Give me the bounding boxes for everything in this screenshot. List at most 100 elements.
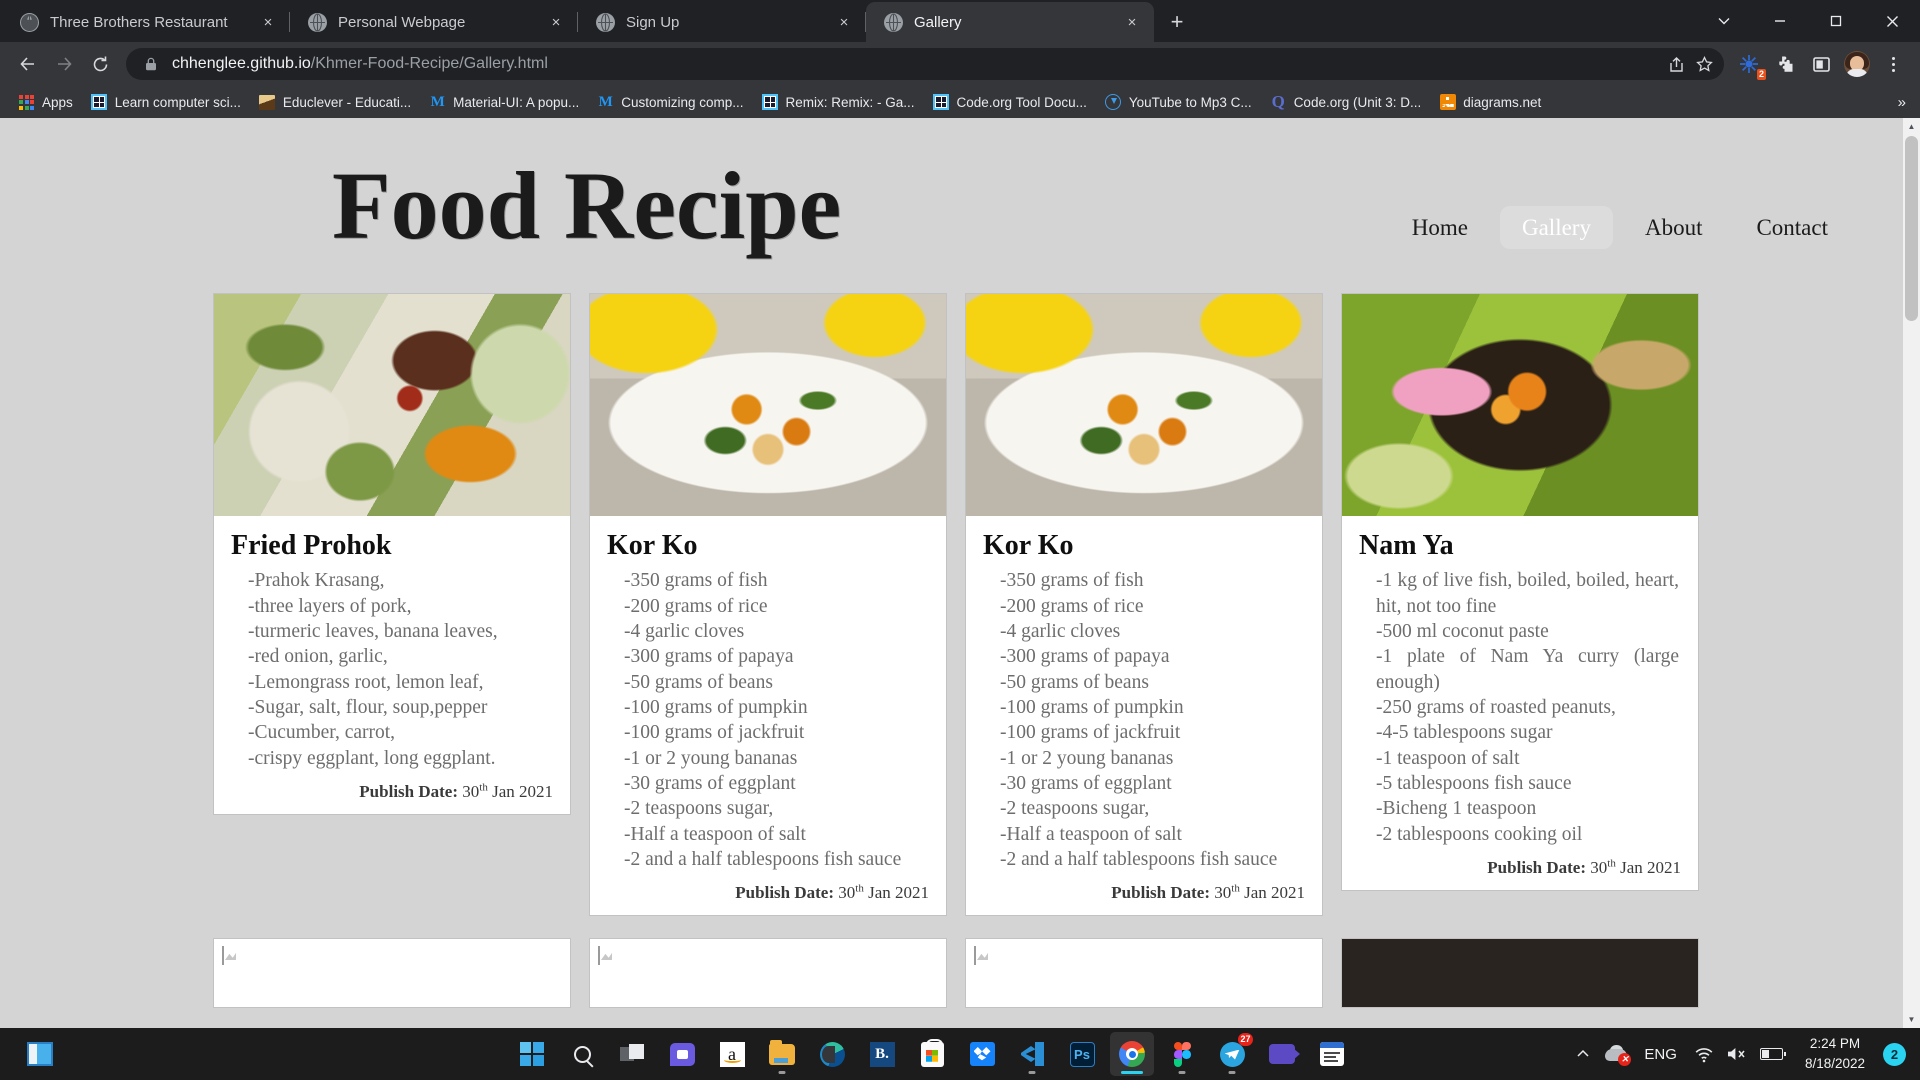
- tray-language-indicator[interactable]: ENG: [1636, 1046, 1685, 1063]
- sidebar-toggle-icon[interactable]: [1804, 47, 1838, 81]
- bookmark-star-icon[interactable]: [1690, 50, 1718, 78]
- ingredient-item: -crispy eggplant, long eggplant.: [248, 747, 496, 769]
- recipe-title: Fried Prohok: [231, 530, 392, 562]
- tab-close-button[interactable]: ×: [1120, 10, 1144, 34]
- notification-badge[interactable]: 2: [1883, 1042, 1906, 1066]
- taskbar-google-chrome[interactable]: [1110, 1032, 1154, 1076]
- nav-item-about[interactable]: About: [1623, 206, 1725, 249]
- chrome-menu-button[interactable]: [1876, 47, 1910, 81]
- maximize-button[interactable]: [1808, 0, 1864, 42]
- bookmark-apps[interactable]: Apps: [10, 89, 81, 115]
- globe-favicon-icon: [308, 12, 327, 32]
- recipe-card[interactable]: Kor Ko -350 grams of fish -200 grams of …: [589, 293, 947, 916]
- taskbar-file-explorer[interactable]: [760, 1032, 804, 1076]
- bookmark-code-org-tool-docs[interactable]: Code.org Tool Docu...: [925, 89, 1095, 115]
- recipe-card-partial[interactable]: [213, 937, 571, 1008]
- taskbar-task-view-button[interactable]: [610, 1032, 654, 1076]
- recipe-photo-kor-ko: [590, 294, 946, 517]
- extension-grammarly-icon[interactable]: 2: [1732, 47, 1766, 81]
- minimize-button[interactable]: [1752, 0, 1808, 42]
- minimize-to-tray-chevron-icon[interactable]: [1696, 0, 1752, 42]
- profile-avatar[interactable]: [1840, 47, 1874, 81]
- back-button[interactable]: [10, 46, 46, 82]
- tray-battery-icon[interactable]: [1757, 1033, 1787, 1075]
- taskbar-telegram[interactable]: 27: [1210, 1032, 1254, 1076]
- share-icon[interactable]: [1662, 50, 1690, 78]
- tray-volume-muted-icon[interactable]: [1723, 1033, 1753, 1075]
- tray-onedrive-error-icon[interactable]: ✕: [1602, 1033, 1632, 1075]
- taskbar-icons: a B. Ps 27: [510, 1032, 1354, 1076]
- browser-toolbar: chhenglee.github.io/Khmer-Food-Recipe/Ga…: [0, 42, 1920, 86]
- nav-item-gallery[interactable]: Gallery: [1499, 206, 1613, 249]
- ingredient-item: -350 grams of fish: [624, 570, 768, 592]
- publish-date: Publish Date: 30th Jan 2021: [1487, 857, 1681, 877]
- browser-tab-2[interactable]: Personal Webpage ×: [290, 2, 578, 42]
- recipe-card[interactable]: Nam Ya -1 kg of live fish, boiled, boile…: [1341, 293, 1699, 891]
- nav-item-home[interactable]: Home: [1390, 206, 1490, 249]
- toolbar-icons: 2: [1732, 47, 1910, 81]
- tab-close-button[interactable]: ×: [544, 10, 568, 34]
- recipe-card-partial[interactable]: [965, 937, 1323, 1008]
- reload-button[interactable]: [82, 46, 118, 82]
- taskbar-search-button[interactable]: [560, 1032, 604, 1076]
- publish-date-row: Publish Date: 30th Jan 2021: [1342, 847, 1698, 890]
- taskbar-calendar[interactable]: [1310, 1032, 1354, 1076]
- taskbar-microsoft-store[interactable]: [910, 1032, 954, 1076]
- tab-close-button[interactable]: ×: [256, 10, 280, 34]
- recipe-card-partial[interactable]: [589, 937, 947, 1008]
- main-navigation: Home Gallery About Contact: [1390, 148, 1858, 249]
- bookmark-youtube-to-mp3[interactable]: YouTube to Mp3 C...: [1097, 89, 1260, 115]
- taskbar-widgets-button[interactable]: [18, 1032, 62, 1076]
- tab-close-button[interactable]: ×: [832, 10, 856, 34]
- taskbar-photoshop[interactable]: Ps: [1060, 1032, 1104, 1076]
- address-bar[interactable]: chhenglee.github.io/Khmer-Food-Recipe/Ga…: [126, 48, 1724, 80]
- bookmark-learn-computer-sci[interactable]: Learn computer sci...: [83, 89, 249, 115]
- bookmarks-bar: Apps Learn computer sci... Educlever - E…: [0, 86, 1920, 118]
- ingredient-item: -Prahok Krasang,: [248, 570, 385, 592]
- bookmark-educlever[interactable]: Educlever - Educati...: [251, 89, 419, 115]
- scrollbar-up-arrow[interactable]: ▲: [1903, 118, 1920, 135]
- recipe-card-partial[interactable]: [1341, 937, 1699, 1008]
- bookmark-code-org-unit3[interactable]: Q Code.org (Unit 3: D...: [1262, 89, 1430, 115]
- publish-suffix: th: [1231, 882, 1240, 895]
- taskbar-microsoft-edge[interactable]: [810, 1032, 854, 1076]
- bookmark-label: Material-UI: A popu...: [453, 94, 580, 110]
- bookmark-material-ui[interactable]: M Material-UI: A popu...: [421, 89, 587, 115]
- scrollbar-thumb[interactable]: [1905, 136, 1918, 321]
- bookmark-remix[interactable]: Remix: Remix: - Ga...: [754, 89, 923, 115]
- taskbar-start-button[interactable]: [510, 1032, 554, 1076]
- tray-overflow-button[interactable]: [1568, 1033, 1598, 1075]
- extensions-puzzle-icon[interactable]: [1768, 47, 1802, 81]
- taskbar-microsoft-teams[interactable]: [660, 1032, 704, 1076]
- scrollbar-down-arrow[interactable]: ▼: [1903, 1011, 1920, 1028]
- taskbar-video-call[interactable]: [1260, 1032, 1304, 1076]
- nav-item-contact[interactable]: Contact: [1734, 206, 1850, 249]
- close-window-button[interactable]: [1864, 0, 1920, 42]
- publish-label: Publish Date:: [359, 781, 459, 801]
- bookmark-diagrams-net[interactable]: diagrams.net: [1431, 89, 1549, 115]
- bookmarks-overflow-button[interactable]: »: [1890, 94, 1914, 111]
- tray-clock[interactable]: 2:24 PM 8/18/2022: [1791, 1034, 1875, 1073]
- windows-taskbar: a B. Ps 27 ✕ ENG 2:24 PM 8/18/2022 2: [0, 1028, 1920, 1080]
- bookmark-customizing-comp[interactable]: M Customizing comp...: [589, 89, 751, 115]
- recipe-card[interactable]: Fried Prohok -Prahok Krasang, -three lay…: [213, 293, 571, 815]
- three-dots-icon: [1891, 56, 1895, 72]
- new-tab-button[interactable]: +: [1160, 5, 1194, 39]
- page-scrollbar[interactable]: ▲ ▼: [1903, 118, 1920, 1028]
- browser-tab-4-active[interactable]: Gallery ×: [866, 2, 1154, 42]
- taskbar-vs-code[interactable]: [1010, 1032, 1054, 1076]
- tab-title: Personal Webpage: [338, 13, 466, 31]
- publish-date-row: Publish Date: 30th Jan 2021: [966, 872, 1322, 915]
- forward-button[interactable]: [46, 46, 82, 82]
- task-view-icon: [620, 1044, 644, 1064]
- ingredient-item: -1 plate of Nam Ya curry (large enough): [1376, 646, 1679, 693]
- taskbar-figma[interactable]: [1160, 1032, 1204, 1076]
- publish-label: Publish Date:: [1487, 857, 1587, 877]
- taskbar-dropbox[interactable]: [960, 1032, 1004, 1076]
- taskbar-amazon[interactable]: a: [710, 1032, 754, 1076]
- browser-tab-3[interactable]: Sign Up ×: [578, 2, 866, 42]
- tray-wifi-icon[interactable]: [1689, 1033, 1719, 1075]
- browser-tab-1[interactable]: Three Brothers Restaurant ×: [2, 2, 290, 42]
- taskbar-blackboard[interactable]: B.: [860, 1032, 904, 1076]
- recipe-card[interactable]: Kor Ko -350 grams of fish -200 grams of …: [965, 293, 1323, 916]
